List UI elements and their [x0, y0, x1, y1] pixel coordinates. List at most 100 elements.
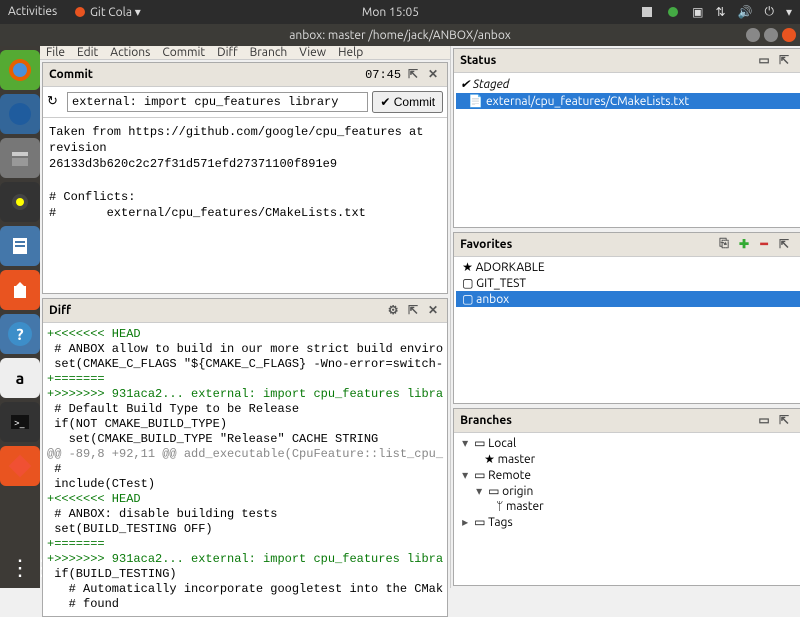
- diff-line[interactable]: @@ -89,8 +92,11 @@ add_executable(CpuFea…: [47, 447, 443, 462]
- commit-summary-input[interactable]: [67, 92, 368, 112]
- menu-icon[interactable]: ▾: [786, 5, 792, 19]
- activities-button[interactable]: Activities: [8, 5, 57, 18]
- branch-origin-master[interactable]: ᛘ master: [456, 499, 800, 514]
- close-icon[interactable]: ✕: [425, 67, 441, 83]
- add-icon[interactable]: ✚: [736, 237, 752, 253]
- popout-icon[interactable]: ⇱: [776, 237, 792, 253]
- diff-line[interactable]: # Default Build Type to be Release: [47, 402, 443, 417]
- menu-diff[interactable]: Diff: [217, 46, 238, 59]
- diff-line[interactable]: set(BUILD_TESTING OFF): [47, 522, 443, 537]
- close-button[interactable]: [782, 28, 796, 42]
- diff-content[interactable]: +<<<<<<< HEAD # ANBOX allow to build in …: [43, 323, 447, 616]
- remove-icon[interactable]: ━: [756, 237, 772, 253]
- commit-button[interactable]: ✔ Commit: [372, 91, 443, 113]
- menu-view[interactable]: View: [299, 46, 326, 59]
- popout-icon[interactable]: ⇱: [405, 303, 421, 319]
- close-icon[interactable]: ✕: [796, 53, 800, 69]
- diff-line[interactable]: # ANBOX allow to build in our more stric…: [47, 342, 443, 357]
- diff-panel: Diff ⚙ ⇱ ✕ +<<<<<<< HEAD # ANBOX allow t…: [42, 298, 448, 617]
- diff-line[interactable]: +<<<<<<< HEAD: [47, 327, 443, 342]
- svg-text:>_: >_: [14, 417, 25, 428]
- popout-icon[interactable]: ⇱: [405, 67, 421, 83]
- menu-file[interactable]: File: [46, 46, 65, 59]
- amend-icon[interactable]: ↻: [47, 94, 63, 110]
- maximize-button[interactable]: [764, 28, 778, 42]
- software-icon[interactable]: [0, 270, 40, 310]
- diff-line[interactable]: # ANBOX: disable building tests: [47, 507, 443, 522]
- status-panel: Status ▭ ⇱ ✕ ✔ Staged 📄 external/cpu_fea…: [453, 48, 800, 228]
- apps-icon[interactable]: ⋮⋮⋮: [0, 548, 40, 588]
- menu-actions[interactable]: Actions: [110, 46, 150, 59]
- menu-help[interactable]: Help: [338, 46, 363, 59]
- minimize-button[interactable]: [746, 28, 760, 42]
- terminal-icon[interactable]: >_: [0, 402, 40, 442]
- diff-line[interactable]: +<<<<<<< HEAD: [47, 492, 443, 507]
- menu-commit[interactable]: Commit: [162, 46, 205, 59]
- branches-panel: Branches ▭ ⇱ ✕ ▾▭ Local ★ master ▾▭ Remo…: [453, 408, 800, 586]
- unity-launcher: ? a >_ ⋮⋮⋮: [0, 46, 40, 588]
- menu-branch[interactable]: Branch: [250, 46, 288, 59]
- commit-time: 07:45: [365, 68, 401, 82]
- gitcola-icon[interactable]: [0, 446, 40, 486]
- undock-icon[interactable]: ▭: [756, 53, 772, 69]
- close-icon[interactable]: ✕: [425, 303, 441, 319]
- branch-tags[interactable]: ▸▭ Tags: [456, 514, 800, 530]
- branch-master[interactable]: ★ master: [456, 451, 800, 467]
- diff-line[interactable]: #: [47, 462, 443, 477]
- tray-icon[interactable]: ▣: [692, 5, 703, 19]
- diff-line[interactable]: include(CTest): [47, 477, 443, 492]
- thunderbird-icon[interactable]: [0, 94, 40, 134]
- diff-line[interactable]: if(BUILD_TESTING): [47, 567, 443, 582]
- gear-icon[interactable]: ⚙: [385, 303, 401, 319]
- favorite-item[interactable]: ▢ anbox: [456, 291, 800, 307]
- app-menu[interactable]: Git Cola ▾: [73, 5, 141, 20]
- rhythmbox-icon[interactable]: [0, 182, 40, 222]
- close-icon[interactable]: ✕: [796, 413, 800, 429]
- menubar: File Edit Actions Commit Diff Branch Vie…: [40, 46, 450, 60]
- svg-text:?: ?: [16, 326, 23, 344]
- close-icon[interactable]: ✕: [796, 237, 800, 253]
- diff-line[interactable]: # Automatically incorporate googletest i…: [47, 582, 443, 597]
- undock-icon[interactable]: ▭: [756, 413, 772, 429]
- diff-line[interactable]: set(CMAKE_C_FLAGS "${CMAKE_C_FLAGS} -Wno…: [47, 357, 443, 372]
- diff-line[interactable]: if(NOT CMAKE_BUILD_TYPE): [47, 417, 443, 432]
- diff-line[interactable]: +>>>>>>> 931aca2... external: import cpu…: [47, 552, 443, 567]
- help-icon[interactable]: ?: [0, 314, 40, 354]
- commit-panel-title: Commit: [49, 68, 93, 81]
- menu-edit[interactable]: Edit: [77, 46, 98, 59]
- diff-line[interactable]: +=======: [47, 372, 443, 387]
- window-title: anbox: master /home/jack/ANBOX/anbox: [289, 29, 511, 42]
- amazon-icon[interactable]: a: [0, 358, 40, 398]
- diff-line[interactable]: +=======: [47, 537, 443, 552]
- copy-icon[interactable]: ⎘: [716, 237, 732, 253]
- staged-file[interactable]: 📄 external/cpu_features/CMakeLists.txt: [456, 93, 800, 109]
- branch-origin[interactable]: ▾▭ origin: [456, 483, 800, 499]
- staged-header[interactable]: ✔ Staged: [456, 75, 800, 93]
- network-icon[interactable]: ⇅: [715, 5, 725, 19]
- branch-local[interactable]: ▾▭ Local: [456, 435, 800, 451]
- gnome-topbar: Activities Git Cola ▾ Mon 15:05 ▣ ⇅ 🔊 ⏻ …: [0, 0, 800, 24]
- popout-icon[interactable]: ⇱: [776, 413, 792, 429]
- favorite-item[interactable]: ★ ADORKABLE: [456, 259, 800, 275]
- tray-icon[interactable]: [666, 5, 680, 19]
- clock[interactable]: Mon 15:05: [141, 6, 640, 19]
- commit-message-body[interactable]: Taken from https://github.com/google/cpu…: [43, 118, 447, 227]
- diff-line[interactable]: set(CMAKE_BUILD_TYPE "Release" CACHE STR…: [47, 432, 443, 447]
- firefox-icon[interactable]: [0, 50, 40, 90]
- favorites-panel-title: Favorites: [460, 238, 512, 251]
- diff-line[interactable]: +>>>>>>> 931aca2... external: import cpu…: [47, 387, 443, 402]
- branches-panel-title: Branches: [460, 414, 512, 427]
- diff-panel-title: Diff: [49, 304, 71, 317]
- favorite-item[interactable]: ▢ GIT_TEST: [456, 275, 800, 291]
- favorites-panel: Favorites ⎘ ✚ ━ ⇱ ✕ ★ ADORKABLE▢ GIT_TES…: [453, 232, 800, 404]
- writer-icon[interactable]: [0, 226, 40, 266]
- svg-text:a: a: [16, 370, 25, 388]
- window-titlebar: anbox: master /home/jack/ANBOX/anbox: [0, 24, 800, 46]
- volume-icon[interactable]: 🔊: [738, 5, 753, 19]
- branch-remote[interactable]: ▾▭ Remote: [456, 467, 800, 483]
- tray-icon[interactable]: [640, 5, 654, 19]
- power-icon[interactable]: ⏻: [764, 5, 774, 19]
- files-icon[interactable]: [0, 138, 40, 178]
- popout-icon[interactable]: ⇱: [776, 53, 792, 69]
- commit-panel: Commit 07:45 ⇱ ✕ ↻ ✔ Commit Taken from h…: [42, 62, 448, 294]
